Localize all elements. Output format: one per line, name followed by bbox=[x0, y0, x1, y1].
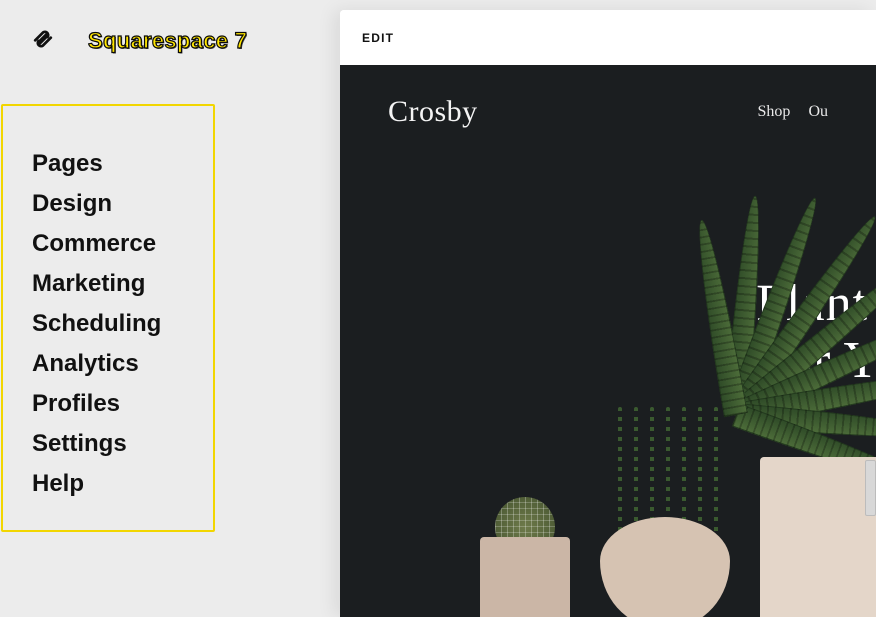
preview-scrollbar-thumb[interactable] bbox=[865, 460, 876, 516]
sidebar-item-help[interactable]: Help bbox=[32, 472, 213, 496]
sidebar-item-profiles[interactable]: Profiles bbox=[32, 392, 213, 416]
nav-link-2[interactable]: Ou bbox=[808, 103, 828, 121]
sidebar-item-commerce[interactable]: Commerce bbox=[32, 232, 213, 256]
nav-link-shop[interactable]: Shop bbox=[758, 103, 791, 121]
site-nav: Crosby Shop Ou bbox=[340, 95, 876, 129]
site-preview-panel: EDIT Crosby Shop Ou Plant For Y bbox=[340, 10, 876, 617]
site-nav-links: Shop Ou bbox=[758, 103, 828, 121]
sidebar-item-pages[interactable]: Pages bbox=[32, 152, 213, 176]
preview-toolbar: EDIT bbox=[340, 10, 876, 65]
edit-button[interactable]: EDIT bbox=[362, 31, 394, 45]
squarespace-logo-icon bbox=[30, 26, 56, 52]
site-canvas[interactable]: Crosby Shop Ou Plant For Y bbox=[340, 65, 876, 617]
sidebar-item-marketing[interactable]: Marketing bbox=[32, 272, 213, 296]
sidebar-item-scheduling[interactable]: Scheduling bbox=[32, 312, 213, 336]
annotation-label: Squarespace 7 bbox=[88, 28, 247, 54]
sidebar-item-design[interactable]: Design bbox=[32, 192, 213, 216]
sidebar-item-analytics[interactable]: Analytics bbox=[32, 352, 213, 376]
logo-row bbox=[30, 26, 56, 52]
hero-line-2: For Y bbox=[756, 332, 876, 389]
sidebar: Squarespace 7 Pages Design Commerce Mark… bbox=[0, 0, 340, 617]
site-title[interactable]: Crosby bbox=[388, 95, 478, 129]
sidebar-item-settings[interactable]: Settings bbox=[32, 432, 213, 456]
sidebar-menu-highlight: Pages Design Commerce Marketing Scheduli… bbox=[1, 104, 215, 532]
hero-line-1: Plant bbox=[756, 275, 876, 332]
hero-heading: Plant For Y bbox=[756, 275, 876, 389]
